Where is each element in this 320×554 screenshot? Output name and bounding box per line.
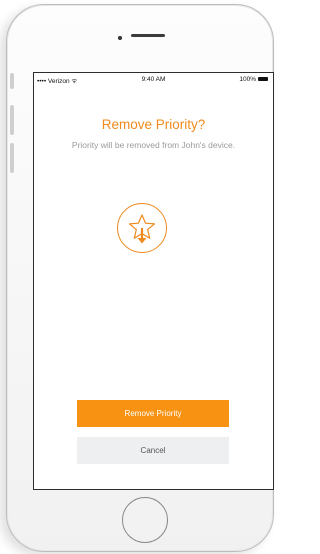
battery-percent: 100%: [239, 76, 256, 83]
status-time: 9:40 AM: [141, 76, 166, 83]
status-bar: •••• Verizon ᯤ 9:40 AM 100%: [34, 73, 273, 87]
phone-screen: •••• Verizon ᯤ 9:40 AM 100% Remove Prior…: [33, 72, 274, 490]
mute-switch: [10, 73, 14, 89]
volume-down-button: [10, 143, 14, 173]
volume-up-button: [10, 105, 14, 135]
remove-priority-button[interactable]: Remove Priority: [77, 400, 229, 427]
battery-icon: [258, 77, 268, 81]
dialog-title: Remove Priority?: [101, 117, 206, 132]
home-button[interactable]: [122, 497, 168, 543]
star-remove-icon: [129, 214, 156, 244]
cancel-button[interactable]: Cancel: [77, 437, 229, 464]
dialog-subtitle: Priority will be removed from John's dev…: [71, 140, 236, 150]
camera-icon: [118, 36, 122, 40]
remove-priority-badge: [117, 203, 167, 253]
speaker-grille: [131, 34, 165, 37]
